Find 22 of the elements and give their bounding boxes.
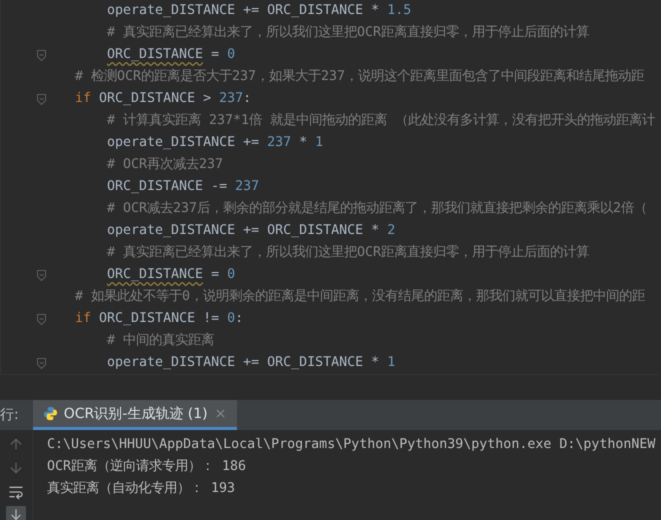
code-line: ORC_DISTANCE = 0	[107, 46, 236, 64]
code-line: # 检测OCR的距离是否大于237，如果大于237，说明这个距离里面包含了中间段距离和结尾拖动距	[75, 68, 644, 86]
code-line: # 真实距离已经算出来了，所以我们这里把OCR距离直接归零，用于停止后面的计算	[107, 24, 590, 42]
code-line: # OCR减去237后，剩余的部分就是结尾的拖动距离了，那我们就直接把剩余的距离乘以2倍（	[107, 200, 648, 218]
code-line: # OCR再次减去237	[107, 156, 224, 174]
run-tab[interactable]: OCR识别-生成轨迹 (1)	[32, 400, 237, 430]
code-line: operate_DISTANCE += ORC_DISTANCE * 1	[107, 354, 396, 372]
code-line: operate_DISTANCE += ORC_DISTANCE * 2	[107, 222, 396, 240]
code-line: # 真实距离已经算出来了，所以我们这里把OCR距离直接归零，用于停止后面的计算	[107, 244, 590, 262]
code-line: # 计算真实距离 237*1倍 就是中间拖动的距离 （此处没有多计算，没有把开头的拖动距离计	[107, 112, 656, 130]
code-line: if ORC_DISTANCE != 0:	[75, 310, 244, 328]
console-line: OCR距离（逆向请求专用）： 186	[47, 458, 248, 476]
code-line: operate_DISTANCE += 237 * 1	[107, 134, 324, 152]
code-line: if ORC_DISTANCE > 237:	[75, 90, 252, 108]
console-line: 真实距离（自动化专用）： 193	[47, 480, 236, 498]
code-line: operate_DISTANCE += ORC_DISTANCE * 1.5	[107, 2, 412, 20]
code-line: # 如果此处不等于0，说明剩余的距离是中间距离，没有结尾的距离，那我们就可以直接把中间的距	[75, 288, 646, 306]
code-line: ORC_DISTANCE -= 237	[107, 178, 260, 196]
code-line: # 中间的真实距离	[107, 332, 214, 350]
console-line: C:\Users\HHUU\AppData\Local\Programs\Python\Python39\python.exe D:\pythonNEW	[47, 436, 656, 454]
panel-label: 行:	[0, 406, 20, 425]
code-line: ORC_DISTANCE = 0	[107, 266, 236, 284]
